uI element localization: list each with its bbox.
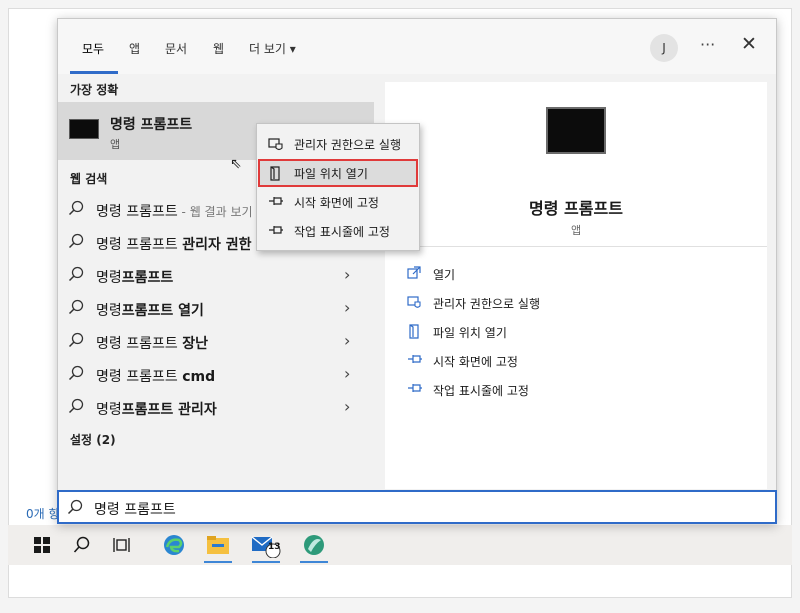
- taskbar: 13: [8, 525, 792, 565]
- web-result-row[interactable]: 명령프롬프트 열기 ›: [58, 292, 374, 325]
- best-match-subtitle: 앱: [110, 138, 121, 151]
- file-location-icon: [409, 324, 419, 339]
- search-input-value: 명령 프롬프트: [94, 502, 176, 518]
- tab-more[interactable]: 더 보기 ▾: [249, 40, 296, 57]
- taskbar-search-icon[interactable]: [62, 525, 102, 565]
- chevron-right-icon[interactable]: ›: [344, 364, 350, 383]
- task-view-icon[interactable]: [102, 525, 142, 565]
- web-result-text: 명령프롬프트 관리자: [96, 402, 217, 418]
- menu-item-label: 작업 표시줄에 고정: [294, 225, 390, 239]
- search-icon: [68, 233, 84, 249]
- caret-down-icon: ▾: [289, 42, 296, 56]
- details-title: 명령 프롬프트: [529, 199, 623, 218]
- menu-item-pin-to-start[interactable]: 시작 화면에 고정: [258, 188, 418, 216]
- search-icon: [68, 200, 84, 216]
- search-icon: [68, 299, 84, 315]
- chevron-right-icon[interactable]: ›: [344, 298, 350, 317]
- web-result-row[interactable]: 명령프롬프트 ›: [58, 259, 374, 292]
- chevron-right-icon[interactable]: ›: [344, 331, 350, 350]
- web-result-text: 명령프롬프트: [96, 270, 174, 286]
- search-icon: [67, 499, 83, 515]
- search-panel: 모두 앱 문서 웹 더 보기 ▾ J ··· ✕ 가장 정확 명령 프롬프트 앱…: [57, 18, 777, 524]
- web-result-text: 명령 프롬프트 장난: [96, 336, 208, 352]
- menu-item-label: 파일 위치 열기: [294, 167, 368, 181]
- action-label: 파일 위치 열기: [433, 326, 507, 340]
- mouse-cursor-icon: ⇖: [230, 156, 242, 172]
- pin-icon: [408, 384, 422, 392]
- tab-documents[interactable]: 문서: [165, 40, 187, 57]
- best-match-title: 명령 프롬프트: [110, 117, 193, 133]
- pin-icon: [269, 197, 283, 205]
- user-avatar[interactable]: J: [650, 34, 678, 62]
- chevron-right-icon[interactable]: ›: [344, 265, 350, 284]
- action-label: 관리자 권한으로 실행: [433, 297, 540, 311]
- tab-web[interactable]: 웹: [213, 40, 224, 57]
- command-prompt-large-icon: [546, 107, 606, 154]
- web-result-row[interactable]: 명령 프롬프트 장난 ›: [58, 325, 374, 358]
- shield-icon: [407, 296, 421, 308]
- tab-apps[interactable]: 앱: [129, 40, 140, 57]
- menu-item-open-file-location[interactable]: 파일 위치 열기: [258, 159, 418, 187]
- menu-item-pin-to-taskbar[interactable]: 작업 표시줄에 고정: [258, 217, 418, 245]
- settings-heading[interactable]: 설정 (2): [70, 431, 116, 448]
- search-icon: [68, 398, 84, 414]
- shield-icon: [268, 138, 283, 151]
- details-pane: 명령 프롬프트 앱 열기 관리자 권한으로 실행 파일 위치 열기 시작 화면에…: [385, 82, 767, 489]
- search-icon: [68, 266, 84, 282]
- details-subtitle: 앱: [570, 224, 582, 237]
- desktop-status-text: 0개 항: [26, 507, 60, 521]
- chevron-right-icon[interactable]: ›: [344, 397, 350, 416]
- web-result-text: 명령 프롬프트 관리자 권한: [96, 237, 252, 253]
- web-search-heading: 웹 검색: [70, 172, 108, 186]
- windows-start-icon[interactable]: [22, 525, 62, 565]
- action-label: 열기: [433, 268, 456, 282]
- menu-item-label: 관리자 권한으로 실행: [294, 138, 401, 152]
- details-divider: [385, 246, 767, 247]
- web-result-text: 명령 프롬프트 cmd: [96, 369, 216, 385]
- app-icon[interactable]: [294, 525, 334, 565]
- more-options-button[interactable]: ···: [700, 35, 715, 54]
- menu-item-label: 시작 화면에 고정: [294, 196, 379, 210]
- action-label: 작업 표시줄에 고정: [433, 384, 529, 398]
- pin-icon: [408, 355, 422, 363]
- web-result-row[interactable]: 명령프롬프트 관리자 ›: [58, 391, 374, 424]
- best-match-heading: 가장 정확: [70, 83, 119, 97]
- menu-item-run-as-admin[interactable]: 관리자 권한으로 실행: [258, 130, 418, 158]
- web-result-row[interactable]: 명령 프롬프트 cmd ›: [58, 358, 374, 391]
- search-icon: [68, 365, 84, 381]
- file-location-icon: [270, 166, 280, 181]
- tab-all[interactable]: 모두: [82, 40, 104, 57]
- search-input[interactable]: 명령 프롬프트: [57, 490, 777, 524]
- action-label: 시작 화면에 고정: [433, 355, 518, 369]
- web-result-text: 명령 프롬프트 - 웹 결과 보기: [96, 204, 253, 220]
- mail-badge: 13: [268, 542, 281, 552]
- search-icon: [68, 332, 84, 348]
- open-icon: [407, 266, 421, 279]
- file-explorer-icon[interactable]: [198, 525, 238, 565]
- command-prompt-icon: [69, 119, 99, 139]
- pin-icon: [269, 226, 283, 234]
- mail-icon[interactable]: 13: [246, 525, 286, 565]
- search-tabs: 모두 앱 문서 웹 더 보기 ▾ J ··· ✕: [58, 19, 776, 74]
- close-button[interactable]: ✕: [741, 33, 757, 55]
- web-result-text: 명령프롬프트 열기: [96, 303, 204, 319]
- tab-more-label: 더 보기: [249, 42, 286, 56]
- context-menu: 관리자 권한으로 실행 파일 위치 열기 시작 화면에 고정 작업 표시줄에 고…: [256, 123, 420, 251]
- edge-browser-icon[interactable]: [154, 525, 194, 565]
